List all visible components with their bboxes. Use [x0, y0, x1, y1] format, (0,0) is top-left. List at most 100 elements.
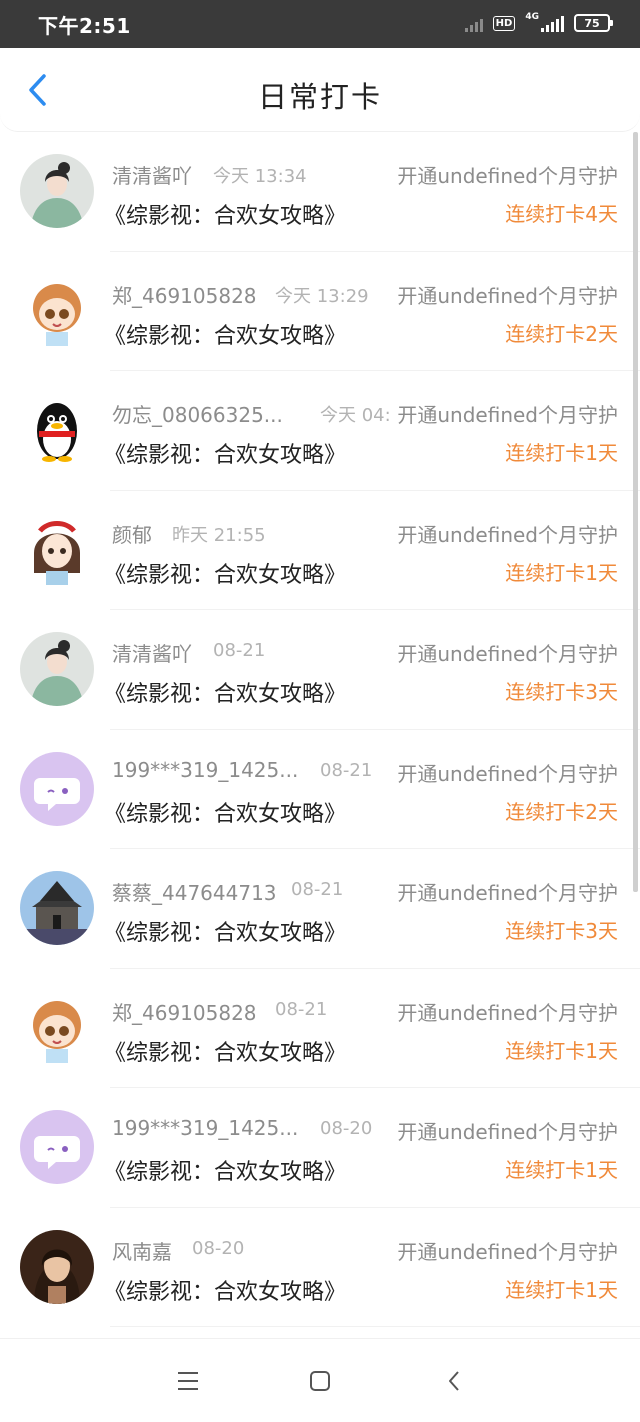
menu-icon — [178, 1372, 198, 1390]
book-title: 《综影视：合欢女攻略》 — [104, 921, 347, 946]
book-title: 《综影视：合欢女攻略》 — [104, 682, 347, 707]
streak-badge: 连续打卡1天 — [505, 560, 618, 585]
status-bar: 下午2:51 HD 4G 75 — [0, 0, 640, 48]
user-name: 蔡蔡_447644713 — [112, 881, 277, 905]
list-item[interactable]: 郑_469105828 08-21 开通undefined个月守护 《综影视：合… — [0, 969, 640, 1089]
avatar-woman-green — [20, 632, 94, 706]
list-item[interactable]: 风南嘉 08-20 开通undefined个月守护 《综影视：合欢女攻略》 连续… — [0, 1208, 640, 1328]
avatar[interactable] — [20, 1229, 94, 1304]
list-item[interactable]: 郑_469105828 今天 13:29 开通undefined个月守护 《综影… — [0, 252, 640, 372]
network-label: 4G — [525, 11, 539, 22]
status-time: 下午2:51 — [38, 14, 131, 38]
user-name: 199***319_1425... — [112, 757, 299, 782]
home-button[interactable] — [304, 1365, 336, 1397]
book-title: 《综影视：合欢女攻略》 — [104, 323, 347, 349]
back-triangle-icon — [449, 1371, 459, 1391]
guard-text: 开通undefined个月守护 — [397, 1239, 618, 1264]
guard-text: 开通undefined个月守护 — [397, 399, 618, 428]
user-name: 风南嘉 — [112, 1239, 172, 1264]
list-item[interactable]: 199***319_1425... 08-20 开通undefined个月守护 … — [0, 1088, 640, 1208]
streak-badge: 连续打卡1天 — [505, 1038, 618, 1063]
book-title: 《综影视：合欢女攻略》 — [104, 1279, 347, 1305]
streak-badge: 连续打卡3天 — [505, 919, 618, 943]
guard-text: 开通undefined个月守护 — [397, 283, 618, 308]
book-title: 《综影视：合欢女攻略》 — [104, 562, 347, 588]
signal-weak-icon — [464, 14, 483, 32]
user-name: 199***319_1425... — [112, 1116, 299, 1140]
checkin-list: 清清酱吖 今天 13:34 开通undefined个月守护 《综影视：合欢女攻略… — [0, 132, 640, 1338]
home-square-icon — [310, 1371, 330, 1391]
checkin-time: 今天 13:34 — [213, 166, 307, 187]
checkin-time: 08-20 — [320, 1118, 373, 1139]
streak-badge: 连续打卡3天 — [505, 680, 618, 704]
avatar[interactable] — [20, 1110, 94, 1184]
guard-text: 开通undefined个月守护 — [397, 164, 618, 188]
streak-badge: 连续打卡2天 — [505, 799, 618, 824]
list-item[interactable]: 颜郁 昨天 21:55 开通undefined个月守护 《综影视：合欢女攻略》 … — [0, 491, 640, 611]
streak-badge: 连续打卡1天 — [505, 1277, 618, 1302]
signal-strong-icon — [541, 14, 564, 32]
list-item[interactable]: 清清酱吖 08-21 开通undefined个月守护 《综影视：合欢女攻略》 连… — [0, 610, 640, 730]
avatar[interactable] — [20, 751, 94, 826]
menu-button[interactable] — [172, 1365, 204, 1397]
user-name: 郑_469105828 — [112, 1000, 257, 1025]
avatar[interactable] — [20, 273, 94, 348]
avatar[interactable] — [20, 871, 94, 945]
list-item[interactable]: 勿忘_08066325... 今天 04: 开通undefined个月守护 《综… — [0, 371, 640, 491]
avatar-qq-penguin — [20, 393, 94, 467]
checkin-time: 今天 13:29 — [275, 285, 369, 307]
guard-text: 开通undefined个月守护 — [397, 1120, 618, 1144]
avatar-building — [20, 871, 94, 945]
checkin-time: 今天 04: — [320, 405, 391, 426]
avatar[interactable] — [20, 990, 94, 1065]
checkin-time: 08-21 — [213, 640, 266, 661]
battery-icon: 75 — [574, 14, 613, 32]
avatar[interactable] — [20, 154, 94, 228]
avatar-cartoon-girl — [20, 512, 94, 587]
system-nav-bar — [0, 1338, 640, 1422]
streak-badge: 连续打卡4天 — [505, 202, 618, 226]
list-item[interactable]: 蔡蔡_447644713 08-21 开通undefined个月守护 《综影视：… — [0, 849, 640, 969]
user-name: 清清酱吖 — [112, 164, 192, 188]
checkin-time: 08-21 — [320, 759, 373, 781]
app-header: 日常打卡 — [0, 48, 640, 132]
back-nav-button[interactable] — [438, 1365, 470, 1397]
list-item[interactable]: 199***319_1425... 08-21 开通undefined个月守护 … — [0, 730, 640, 850]
page-title: 日常打卡 — [257, 80, 382, 114]
streak-badge: 连续打卡1天 — [505, 1158, 618, 1182]
status-icons: HD 4G 75 — [464, 11, 613, 32]
book-title: 《综影视：合欢女攻略》 — [104, 1040, 347, 1066]
hd-badge: HD — [492, 15, 516, 31]
user-name: 清清酱吖 — [112, 642, 192, 666]
book-title: 《综影视：合欢女攻略》 — [104, 801, 347, 827]
user-name: 勿忘_08066325... — [112, 403, 283, 427]
guard-text: 开通undefined个月守护 — [397, 1000, 618, 1025]
avatar-cartoon-boy — [20, 273, 94, 348]
avatar[interactable] — [20, 393, 94, 467]
guard-text: 开通undefined个月守护 — [397, 642, 618, 666]
checkin-time: 08-21 — [291, 879, 344, 900]
checkin-time: 08-20 — [192, 1237, 245, 1259]
avatar-chat-bubble — [20, 1110, 94, 1184]
streak-badge: 连续打卡2天 — [505, 321, 618, 346]
avatar[interactable] — [20, 512, 94, 587]
avatar-chat-bubble — [20, 751, 94, 826]
streak-badge: 连续打卡1天 — [505, 441, 618, 465]
avatar-woman-portrait — [20, 1229, 94, 1304]
guard-text: 开通undefined个月守护 — [397, 761, 618, 786]
book-title: 《综影视：合欢女攻略》 — [104, 204, 347, 229]
guard-text: 开通undefined个月守护 — [397, 881, 618, 905]
user-name: 郑_469105828 — [112, 283, 257, 308]
avatar[interactable] — [20, 632, 94, 706]
scrollbar[interactable] — [633, 132, 638, 892]
book-title: 《综影视：合欢女攻略》 — [104, 443, 347, 468]
avatar-cartoon-boy — [20, 990, 94, 1065]
list-item[interactable]: 清清酱吖 今天 13:34 开通undefined个月守护 《综影视：合欢女攻略… — [0, 132, 640, 252]
checkin-time: 08-21 — [275, 998, 328, 1020]
user-name: 颜郁 — [112, 522, 152, 547]
avatar-woman-green — [20, 154, 94, 228]
guard-text: 开通undefined个月守护 — [397, 522, 618, 547]
battery-level: 75 — [584, 16, 600, 30]
book-title: 《综影视：合欢女攻略》 — [104, 1160, 347, 1185]
checkin-time: 昨天 21:55 — [172, 524, 266, 546]
